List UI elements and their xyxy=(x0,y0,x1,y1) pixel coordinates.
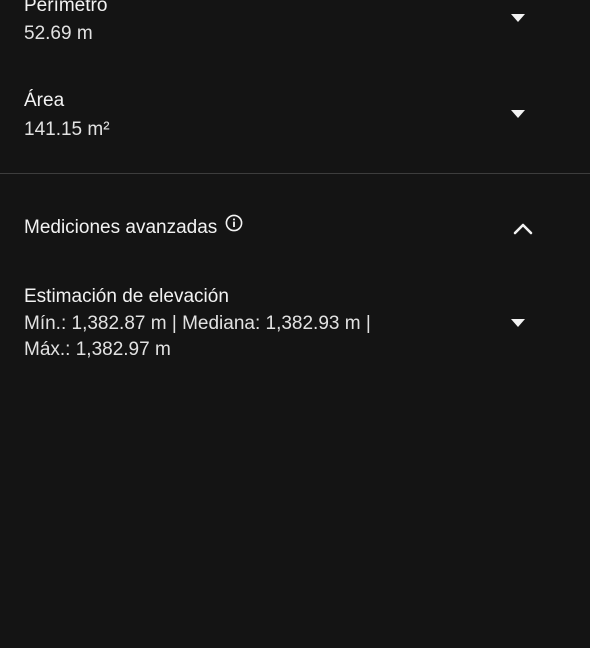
area-label: Área xyxy=(24,90,65,111)
elevation-expand-button[interactable] xyxy=(502,307,534,339)
advanced-measurements-title-wrap: Mediciones avanzadas xyxy=(24,214,243,240)
elevation-label: Estimación de elevación xyxy=(24,286,229,307)
perimeter-expand-button[interactable] xyxy=(502,2,534,34)
advanced-measurements-header[interactable]: Mediciones avanzadas xyxy=(0,206,590,250)
section-divider xyxy=(0,173,590,174)
perimeter-label: Perímetro xyxy=(24,0,108,16)
area-expand-button[interactable] xyxy=(502,98,534,130)
elevation-stats-line2: Máx.: 1,382.97 m xyxy=(24,339,171,360)
info-icon[interactable] xyxy=(225,214,243,239)
elevation-row[interactable]: Estimación de elevación Mín.: 1,382.87 m… xyxy=(0,280,590,370)
area-row[interactable]: Área 141.15 m² xyxy=(0,80,590,150)
elevation-stats-line1: Mín.: 1,382.87 m | Mediana: 1,382.93 m | xyxy=(24,313,371,334)
chevron-down-icon xyxy=(511,109,525,118)
advanced-measurements-title: Mediciones avanzadas xyxy=(24,217,218,238)
perimeter-value: 52.69 m xyxy=(24,23,93,44)
perimeter-row[interactable]: Perímetro 52.69 m xyxy=(0,0,590,60)
chevron-down-icon xyxy=(511,318,525,327)
advanced-collapse-button[interactable] xyxy=(507,212,539,244)
chevron-up-icon xyxy=(513,223,533,234)
area-value: 141.15 m² xyxy=(24,119,110,140)
chevron-down-icon xyxy=(511,13,525,22)
